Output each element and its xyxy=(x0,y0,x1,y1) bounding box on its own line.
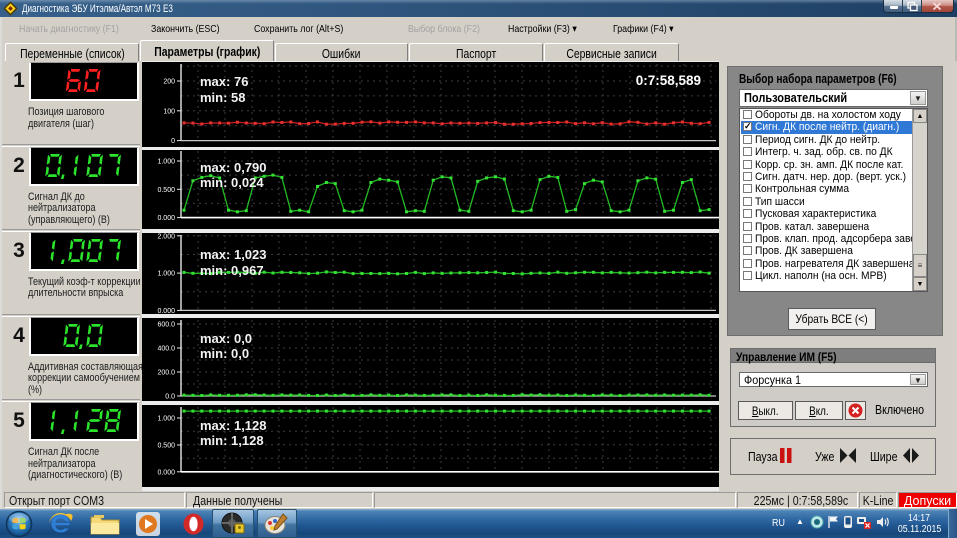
svg-text:2.000: 2.000 xyxy=(157,233,175,240)
svg-text:1.000: 1.000 xyxy=(157,271,175,278)
svg-text:200: 200 xyxy=(163,79,175,86)
svg-text:1.000: 1.000 xyxy=(157,415,175,422)
svg-text:0: 0 xyxy=(171,138,175,145)
svg-text:600.0: 600.0 xyxy=(157,321,175,328)
svg-text:0.000: 0.000 xyxy=(157,215,175,222)
svg-text:100: 100 xyxy=(163,108,175,115)
svg-text:0.000: 0.000 xyxy=(157,469,175,476)
svg-text:0.500: 0.500 xyxy=(157,186,175,193)
svg-text:0.500: 0.500 xyxy=(157,442,175,449)
svg-text:0.000: 0.000 xyxy=(157,308,175,313)
svg-text:200.0: 200.0 xyxy=(157,369,175,376)
svg-text:1.000: 1.000 xyxy=(157,158,175,165)
svg-text:0.0: 0.0 xyxy=(165,393,175,400)
svg-text:400.0: 400.0 xyxy=(157,345,175,352)
